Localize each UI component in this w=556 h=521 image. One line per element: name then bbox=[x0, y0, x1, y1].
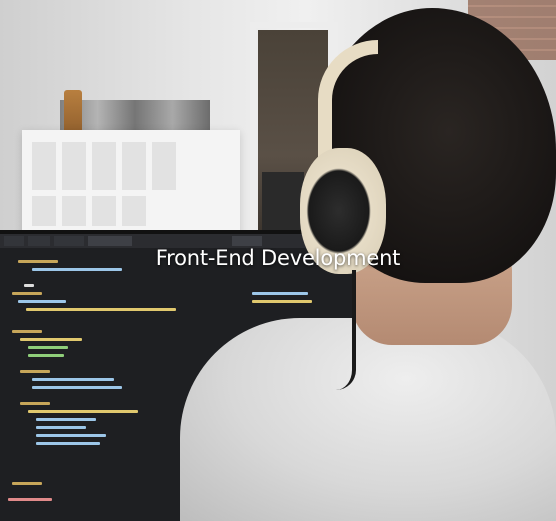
headphones-cable bbox=[328, 270, 356, 390]
speaker bbox=[262, 172, 304, 238]
photo-scene: Front-End Development bbox=[0, 0, 556, 521]
code-editor-left bbox=[4, 252, 200, 521]
headline-text: Front-End Development bbox=[155, 246, 401, 270]
shelf-items bbox=[60, 100, 210, 132]
bookshelf bbox=[22, 130, 240, 240]
person-shirt bbox=[180, 318, 556, 521]
